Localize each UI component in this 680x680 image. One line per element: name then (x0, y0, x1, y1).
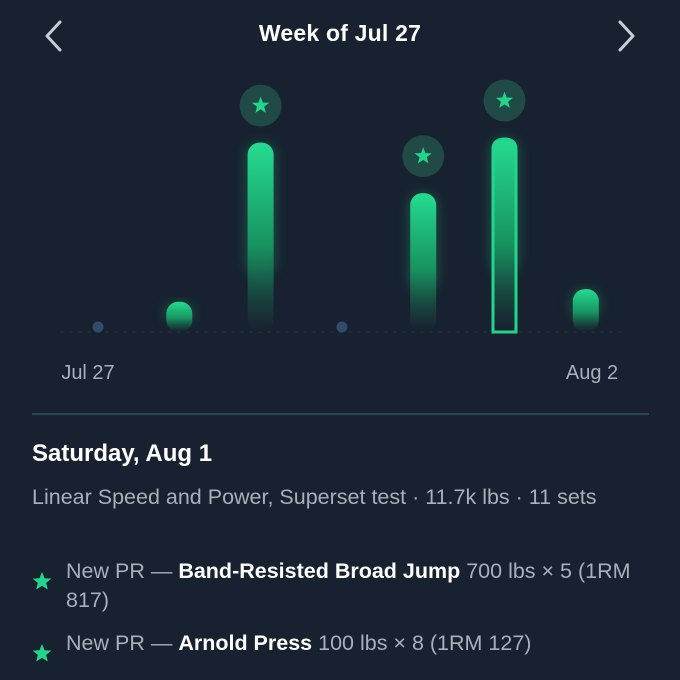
section-divider (32, 413, 649, 415)
pr-detail: 100 lbs × 8 (1RM 127) (312, 631, 532, 655)
chart-bar (410, 193, 437, 332)
chart-bar (247, 142, 274, 332)
pr-prefix: New PR — (66, 559, 179, 583)
week-title: Week of Jul 27 (258, 20, 422, 46)
pr-item: New PR — Band-Resisted Broad Jump 700 lb… (32, 557, 652, 615)
weekly-volume-chart: Jul 27 Aug 2 (60, 79, 622, 384)
pr-exercise-name: Band-Resisted Broad Jump (178, 559, 461, 583)
chart-bar (572, 289, 599, 332)
chevron-right-icon (618, 20, 635, 52)
star-icon (32, 644, 52, 662)
x-tick-label: Jul 27 (61, 362, 114, 384)
chart-bar-selected (491, 137, 518, 332)
pr-item: New PR — Arnold Press 100 lbs × 8 (1RM 1… (32, 629, 652, 662)
empty-day-dot (92, 321, 104, 333)
chart-bar (166, 301, 193, 332)
pr-exercise-name: Arnold Press (178, 631, 313, 655)
x-tick-label: Aug 2 (566, 362, 618, 384)
selected-day-title: Saturday, Aug 1 (32, 440, 213, 467)
next-week-button[interactable] (606, 16, 646, 56)
workout-summary: Linear Speed and Power, Superset test · … (32, 485, 597, 509)
empty-day-dot (336, 321, 348, 333)
pr-prefix: New PR — (66, 631, 179, 655)
pr-list: New PR — Band-Resisted Broad Jump 700 lb… (32, 557, 652, 672)
star-icon (32, 572, 52, 590)
